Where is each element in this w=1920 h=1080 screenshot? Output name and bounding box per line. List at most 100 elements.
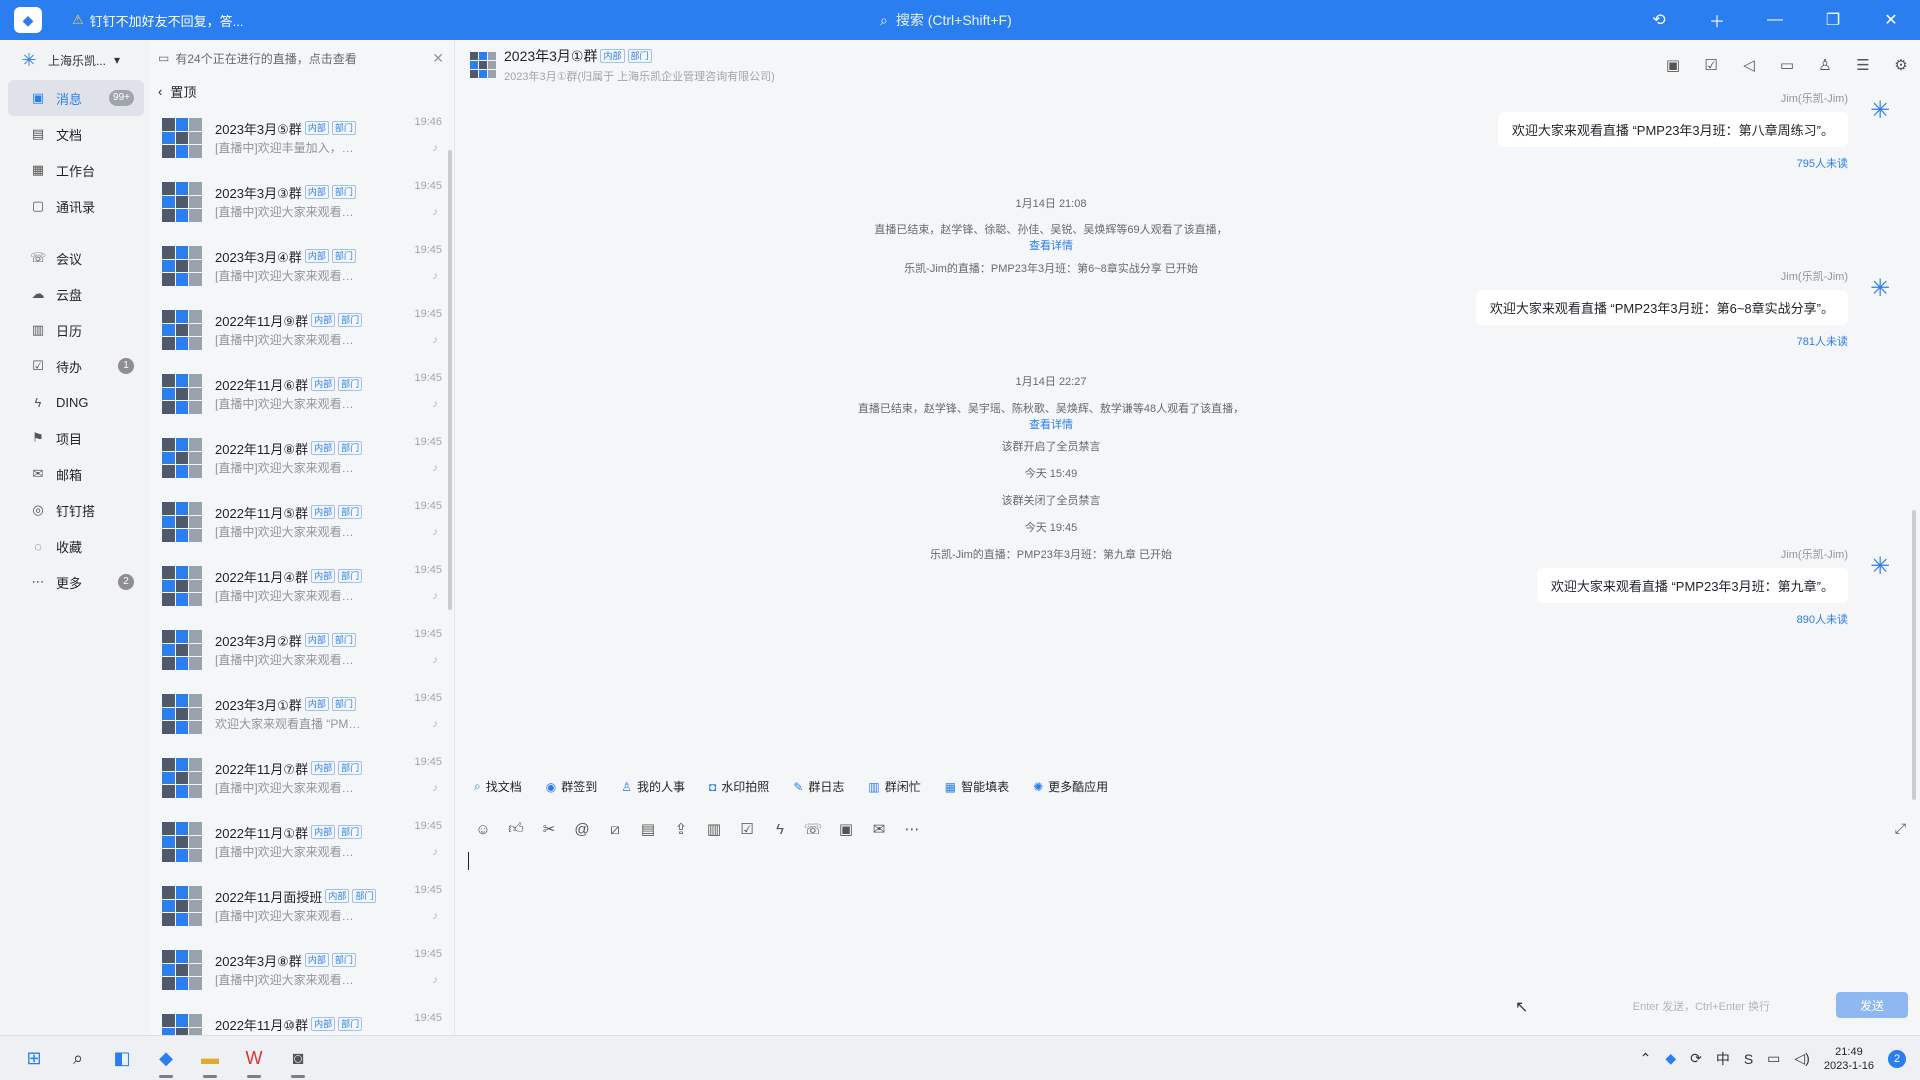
app-availability[interactable]: ▥ 群闲忙 [868,778,920,795]
add-icon[interactable]: ＋ [1688,0,1746,40]
minimize-button[interactable]: — [1746,0,1804,40]
pinned-header[interactable]: ‹ 置顶 [150,76,454,106]
sender-avatar[interactable]: ✳ [1860,268,1900,308]
conversation-item[interactable]: 2022年11月⑧群 内部 部门 [直播中]欢迎大家来观看直播 ... 19:45 ♪ [150,426,454,490]
conversation-item[interactable]: 2023年3月⑧群 内部 部门 [直播中]欢迎大家来观看直播 ... 19:45 ♪ [150,938,454,1002]
chat-title[interactable]: 2023年3月①群 [504,46,597,66]
app-checkin[interactable]: ◉ 群签到 [546,778,598,795]
nav-item-calendar[interactable]: ▥ 日历 [8,312,144,348]
slash-icon[interactable]: ⧄ [606,820,624,838]
chevron-up-icon[interactable]: ⌃ [1640,1050,1652,1067]
nav-item-ding[interactable]: ϟ DING [8,384,144,420]
nav-item-contacts[interactable]: ▢ 通讯录 [8,188,144,224]
add-member-icon[interactable]: ♙ [1806,52,1844,78]
nav-item-todo[interactable]: ☑ 待办 1 [8,348,144,384]
search-history-icon[interactable]: ☰ [1844,52,1882,78]
ime-icon[interactable]: 中 [1716,1049,1730,1069]
search-icon[interactable]: ⌕ [62,1042,94,1074]
sync-icon[interactable]: ⟳ [1690,1050,1702,1067]
close-icon[interactable]: ✕ [432,50,444,67]
settings-icon[interactable]: ⚙ [1882,52,1920,78]
nav-item-docs[interactable]: ▤ 文档 [8,116,144,152]
nav-item-project[interactable]: ⚑ 项目 [8,420,144,456]
nav-item-workbench[interactable]: ▦ 工作台 [8,152,144,188]
wps-icon[interactable]: W [238,1042,270,1078]
org-switcher[interactable]: ✳ 上海乐凯... ▾ [0,40,150,80]
conversation-item[interactable]: 2023年3月①群 内部 部门 欢迎大家来观看直播 “PMP23... 19:45 ♪ [150,682,454,746]
conversation-item[interactable]: 2022年11月⑦群 内部 部门 [直播中]欢迎大家来观看直播 ... 19:45 ♪ [150,746,454,810]
file-explorer-icon[interactable]: ▬ [194,1042,226,1078]
unread-count[interactable]: 890人未读 [1797,611,1848,627]
ding-icon[interactable]: ϟ [771,820,789,838]
upload-icon[interactable]: ⇪ [672,820,690,838]
app-hr[interactable]: ♙ 我的人事 [621,778,685,795]
expand-icon[interactable]: ⤢ [1895,820,1906,837]
app-group-log[interactable]: ✎ 群日志 [793,778,844,795]
send-button[interactable]: 发送 [1836,992,1908,1018]
nav-item-messages[interactable]: ▣ 消息 99+ [8,80,144,116]
history-icon[interactable]: ⟲ [1630,0,1688,40]
task-icon[interactable]: ☑ [1692,52,1730,78]
thumbs-up-icon[interactable]: 👍︎ [507,820,525,838]
schedule-icon[interactable]: ▥ [705,820,723,838]
live-icon[interactable]: ▣ [837,820,855,838]
conversation-item[interactable]: 2022年11月⑥群 内部 部门 [直播中]欢迎大家来观看直播 ... 19:45 ♪ [150,362,454,426]
mention-icon[interactable]: @ [573,820,591,838]
status-notice[interactable]: ⚠ 钉钉不加好友不回复，答... [72,11,244,30]
sender-avatar[interactable]: ✳ [1860,546,1900,586]
scissors-icon[interactable]: ✂ [540,820,558,838]
unread-count[interactable]: 795人未读 [1797,155,1848,171]
sogou-icon[interactable]: S [1744,1051,1753,1067]
dingtalk-taskbar-icon[interactable]: ◆ [150,1042,182,1078]
notification-badge[interactable]: 2 [1888,1049,1906,1068]
task-icon[interactable]: ☑ [738,820,756,838]
message-bubble[interactable]: 欢迎大家来观看直播 “PMP23年3月班：第九章”。 [1536,568,1848,603]
nav-item-dingda[interactable]: ◎ 钉钉搭 [8,492,144,528]
display-icon[interactable]: ▭ [1767,1050,1780,1067]
conversation-item[interactable]: 2022年11月面授班 内部 部门 [直播中]欢迎大家来观看直播 ... 19:45 ♪ [150,874,454,938]
conversation-item[interactable]: 2022年11月④群 内部 部门 [直播中]欢迎大家来观看直播 ... 19:45 ♪ [150,554,454,618]
view-details-link[interactable]: 查看详情 [1029,419,1073,431]
global-search[interactable]: ⌕ 搜索 (Ctrl+Shift+F) [880,8,1080,32]
close-button[interactable]: ✕ [1862,0,1920,40]
nav-item-favorites[interactable]: ◌ 收藏 [8,528,144,564]
unread-count[interactable]: 781人未读 [1797,333,1848,349]
conversation-item[interactable]: 2023年3月③群 内部 部门 [直播中]欢迎大家来观看直播 ... 19:45 ♪ [150,170,454,234]
conversation-item[interactable]: 2022年11月⑩群内部部门19:45♪ [150,1002,454,1035]
app-smart-form[interactable]: ▦ 智能填表 [945,778,1009,795]
mail-icon[interactable]: ✉ [870,820,888,838]
conversation-item[interactable]: 2023年3月②群 内部 部门 [直播中]欢迎大家来观看直播 ... 19:45 ♪ [150,618,454,682]
start-icon[interactable]: ⊞ [18,1042,50,1074]
app-more[interactable]: ✺ 更多酷应用 [1033,778,1108,795]
widgets-icon[interactable]: ◧ [106,1042,138,1074]
emoji-icon[interactable]: ☺ [474,820,492,838]
clock[interactable]: 21:49 2023-1-16 [1824,1045,1874,1073]
nav-item-mail[interactable]: ✉ 邮箱 [8,456,144,492]
live-banner[interactable]: ▭ 有24个正在进行的直播，点击查看 ✕ [150,40,454,76]
volume-icon[interactable]: ◁) [1794,1050,1809,1067]
message-input[interactable] [468,852,469,870]
nav-item-more[interactable]: ⋯ 更多 2 [8,564,144,600]
restore-button[interactable]: ❐ [1804,0,1862,40]
view-details-link[interactable]: 查看详情 [1029,240,1073,252]
conversation-item[interactable]: 2023年3月④群 内部 部门 [直播中]欢迎大家来观看直播 ... 19:45 ♪ [150,234,454,298]
call-icon[interactable]: ☏ [804,820,823,838]
nav-item-meeting[interactable]: ☏ 会议 [8,240,144,276]
chat-scrollbar[interactable] [1912,510,1916,800]
folder-icon[interactable]: ▭ [1768,52,1806,78]
speaker-icon[interactable]: ◁ [1730,52,1768,78]
nav-item-cloud[interactable]: ☁ 云盘 [8,276,144,312]
new-doc-icon[interactable]: ▤ [639,820,657,838]
list-scrollbar[interactable] [448,150,452,610]
chat-app-icon[interactable]: ◙ [282,1042,314,1078]
conversation-item[interactable]: 2022年11月①群 内部 部门 [直播中]欢迎大家来观看直播 ... 19:45 ♪ [150,810,454,874]
more-icon[interactable]: ⋯ [903,820,921,838]
message-bubble[interactable]: 欢迎大家来观看直播 “PMP23年3月班：第八章周练习”。 [1497,112,1848,147]
conversation-item[interactable]: 2023年3月⑤群内部部门 [直播中]欢迎丰量加入，群内共... 19:46 ♪ [150,106,454,170]
live-icon[interactable]: ▣ [1654,52,1692,78]
message-bubble[interactable]: 欢迎大家来观看直播 “PMP23年3月班：第6~8章实战分享”。 [1475,290,1848,325]
app-find-docs[interactable]: ⌕ 找文档 [474,778,522,795]
app-watermark-camera[interactable]: ◘ 水印拍照 [709,778,769,795]
conversation-item[interactable]: 2022年11月⑤群 内部 部门 [直播中]欢迎大家来观看直播 ... 19:45 ♪ [150,490,454,554]
conversation-item[interactable]: 2022年11月⑨群 内部 部门 [直播中]欢迎大家来观看直播 ... 19:45 ♪ [150,298,454,362]
